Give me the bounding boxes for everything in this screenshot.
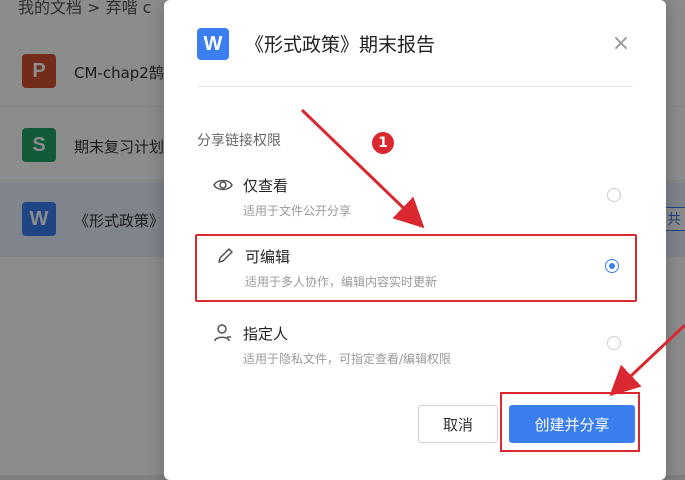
- word-doc-icon: W: [197, 28, 229, 60]
- option-description: 适用于多人协作，编辑内容实时更新: [245, 275, 438, 289]
- option-radio[interactable]: [607, 188, 621, 202]
- step-number-badge: 1: [370, 130, 396, 156]
- pencil-icon: [218, 248, 233, 263]
- option-title: 指定人: [243, 325, 289, 343]
- option-radio-selected[interactable]: [605, 259, 619, 273]
- option-title: 仅查看: [243, 177, 289, 195]
- option-radio[interactable]: [607, 336, 621, 350]
- option-editable[interactable]: 可编辑 适用于多人协作，编辑内容实时更新: [195, 234, 637, 302]
- cancel-button[interactable]: 取消: [418, 405, 498, 443]
- option-specified-people[interactable]: 指定人 适用于隐私文件，可指定查看/编辑权限: [195, 313, 637, 381]
- highlight-frame: [500, 392, 640, 452]
- eye-icon: [213, 179, 233, 191]
- option-description: 适用于文件公开分享: [243, 204, 352, 218]
- close-icon[interactable]: ×: [609, 32, 633, 56]
- person-icon: [214, 324, 231, 342]
- option-view-only[interactable]: 仅查看 适用于文件公开分享: [195, 165, 637, 233]
- option-title: 可编辑: [245, 248, 291, 266]
- dialog-header: W 《形式政策》期末报告 ×: [197, 28, 633, 87]
- section-label: 分享链接权限: [197, 133, 281, 149]
- dialog-title: 《形式政策》期末报告: [245, 34, 436, 56]
- option-description: 适用于隐私文件，可指定查看/编辑权限: [243, 352, 452, 366]
